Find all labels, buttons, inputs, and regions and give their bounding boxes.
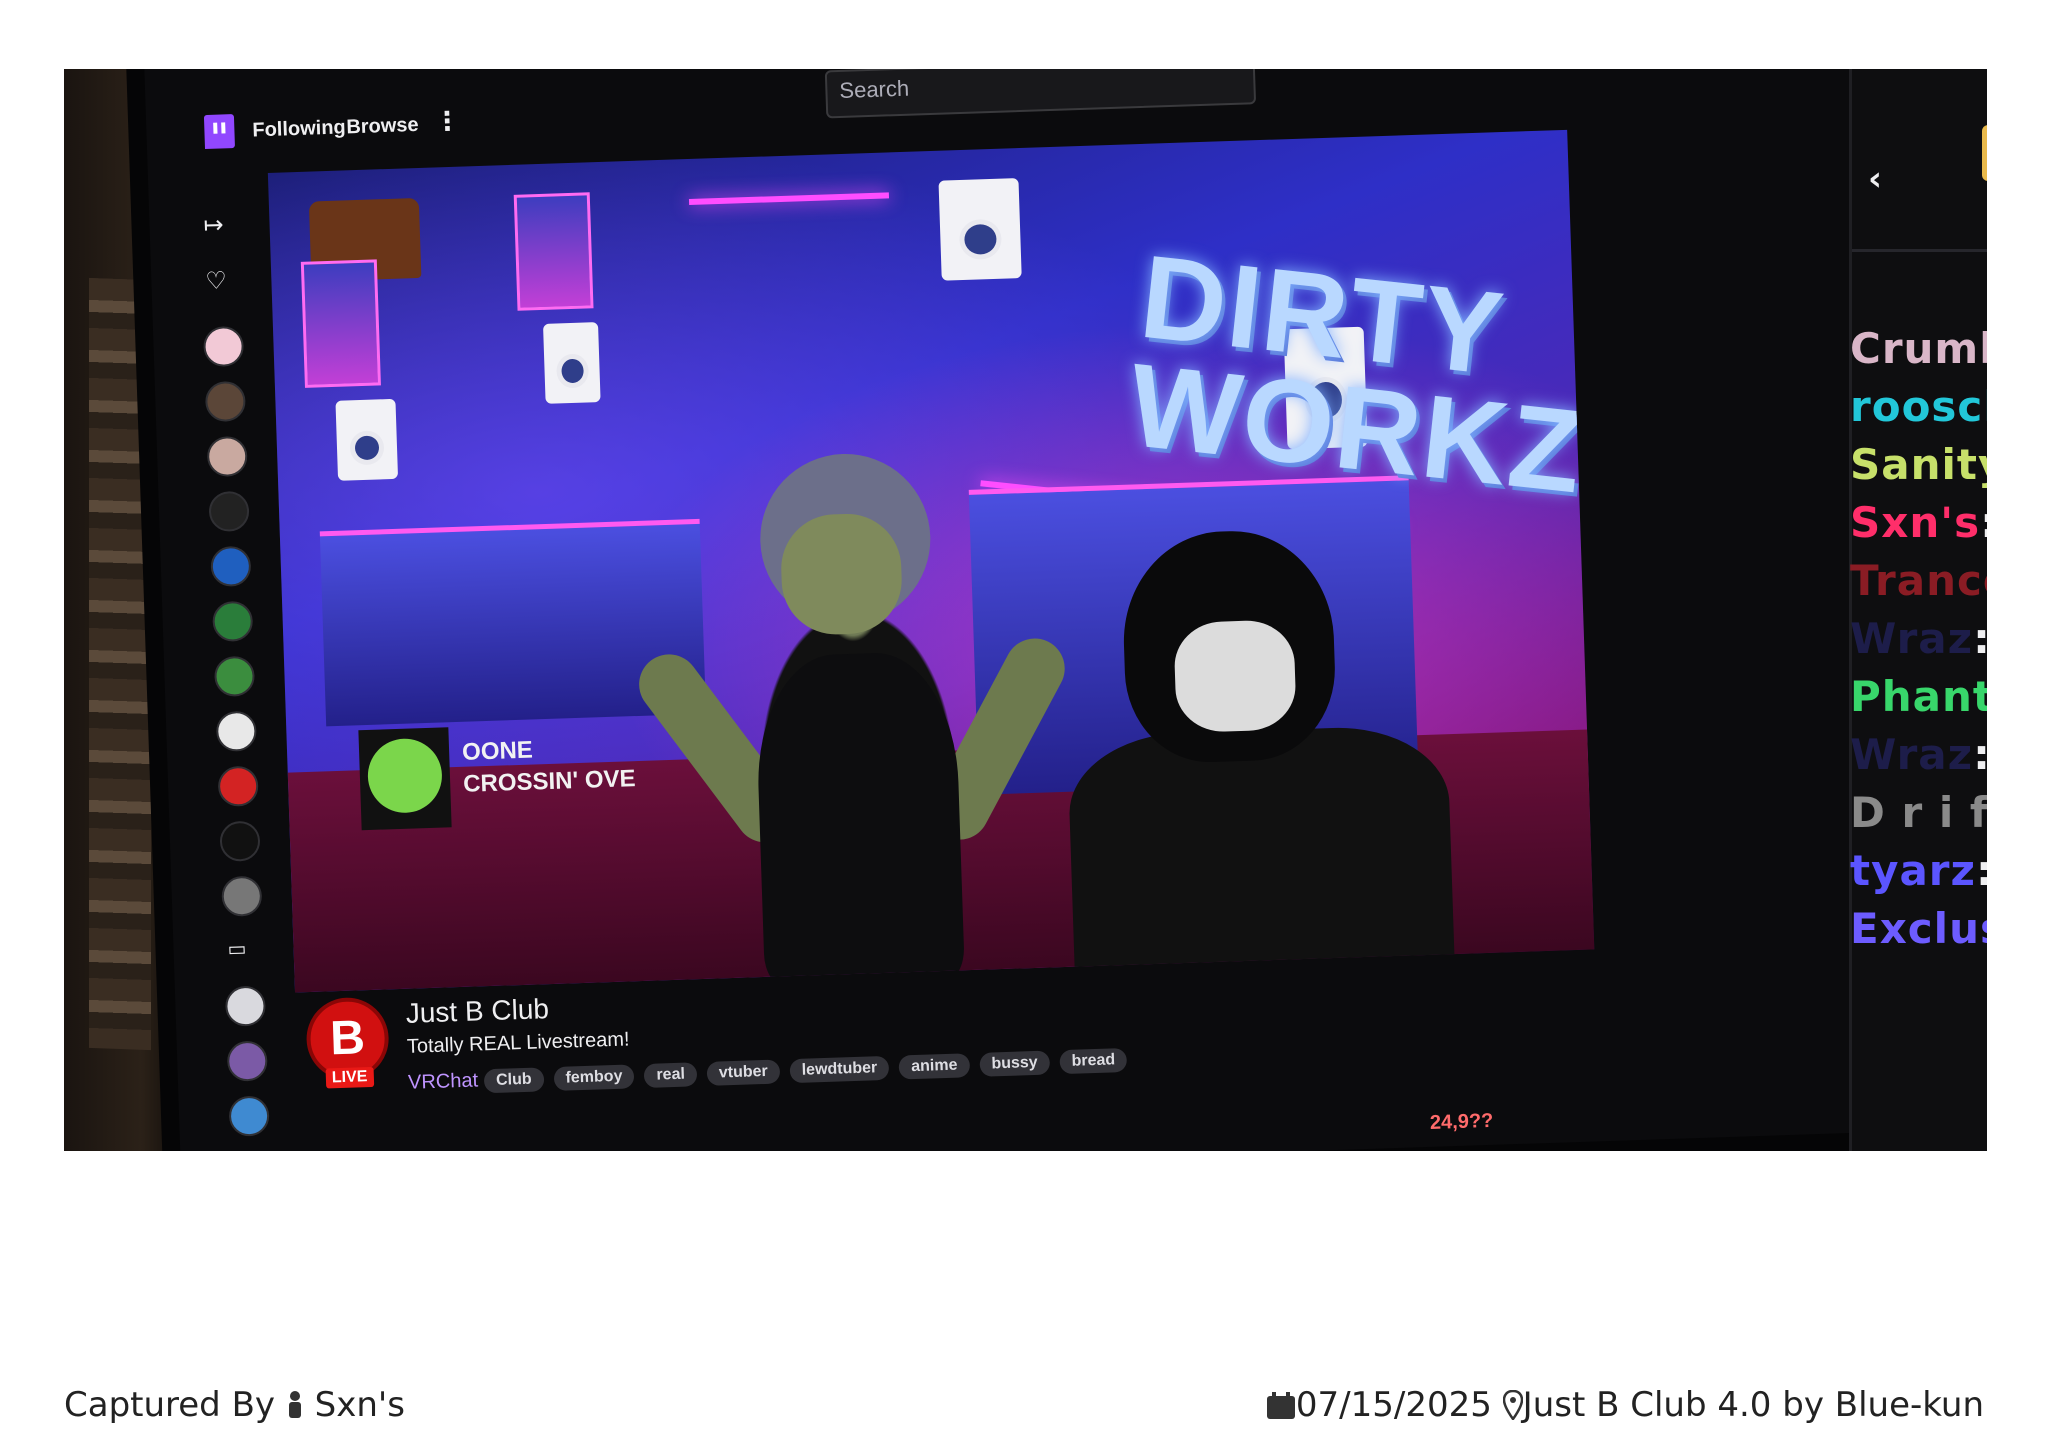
avatar-face: [1173, 619, 1297, 734]
captured-by-label: Captured By: [64, 1385, 276, 1425]
channel-avatar[interactable]: [217, 765, 259, 807]
chat-colon: :: [1973, 614, 1987, 663]
avatar-body: [754, 650, 965, 987]
chat-message: Wraz:: [1850, 614, 1987, 663]
channel-avatar[interactable]: [202, 325, 245, 368]
speaker: [543, 322, 601, 404]
collapse-rail-icon[interactable]: ↦: [203, 210, 224, 239]
cd-caption-line: CROSSIN' OVE: [462, 765, 636, 799]
chat-colon: :: [1976, 846, 1987, 895]
chat-username[interactable]: tyarz: [1850, 846, 1976, 895]
stream-tag[interactable]: bussy: [979, 1050, 1051, 1077]
stream-tag[interactable]: femboy: [553, 1064, 635, 1091]
speaker: [335, 398, 399, 481]
chat-panel: ‹ 1 CrumblrooscloSanity:Sxn's:TranceWraz…: [1849, 69, 1987, 1151]
chat-message: Trance: [1850, 556, 1987, 605]
chat-username[interactable]: D r i f: [1850, 788, 1987, 837]
channel-avatar[interactable]: [215, 710, 257, 752]
caption-captured-by: Captured By Sxn's: [64, 1385, 405, 1429]
cd-cover: [358, 727, 452, 831]
nav-browse-link[interactable]: Browse: [346, 114, 419, 139]
chat-message: roosclo: [1850, 382, 1987, 431]
caption-meta: 07/15/2025 Just B Club 4.0 by Blue-kun: [1266, 1385, 1984, 1429]
stream-tag[interactable]: anime: [898, 1053, 970, 1080]
chat-message: Crumbl: [1850, 324, 1987, 373]
location-pin-icon: [1502, 1389, 1523, 1429]
followed-channels-rail: ↦ ♡ ▭: [188, 176, 280, 1151]
chat-username[interactable]: Phanton: [1850, 672, 1987, 721]
viewer-count: 24,9??: [1429, 1109, 1494, 1134]
chat-username[interactable]: Crumbl: [1850, 324, 1987, 373]
stream-title: Totally REAL Livestream!: [406, 1028, 630, 1058]
user-icon: [286, 1389, 304, 1429]
wall-panel: [89, 277, 151, 1051]
chat-message: tyarz:: [1850, 846, 1987, 895]
capture-location: Just B Club 4.0 by Blue-kun: [1522, 1385, 1984, 1425]
avatar-green-character: [627, 447, 1076, 990]
chat-message: Wraz:: [1850, 730, 1987, 779]
avatar-body: [1066, 724, 1456, 993]
chat-message: Exclusiv: [1850, 904, 1987, 953]
dirty-workz-sign: DIRTY WORKZ: [1123, 230, 1591, 519]
channel-avatar[interactable]: [210, 545, 252, 588]
capture-date: 07/15/2025: [1295, 1385, 1492, 1425]
stream-tag[interactable]: bread: [1059, 1047, 1128, 1075]
more-menu-icon[interactable]: ⋮: [434, 107, 461, 138]
monitor-screen: Following Browse ⋮ Search ↦ ♡ ▭ DIRTY WO…: [144, 69, 1987, 1151]
channel-avatar[interactable]: [206, 435, 248, 478]
chat-username[interactable]: roosclo: [1850, 382, 1987, 431]
heart-icon[interactable]: ♡: [205, 266, 227, 295]
channel-avatar[interactable]: [219, 820, 261, 862]
channel-avatar[interactable]: [226, 1040, 268, 1082]
stream-video-player[interactable]: DIRTY WORKZ OONE CROSSIN' OVE: [267, 129, 1595, 993]
stream-tag[interactable]: lewdtuber: [789, 1055, 890, 1084]
chat-header: ‹ 1: [1852, 69, 1987, 252]
chevron-left-icon[interactable]: ‹: [1868, 159, 1882, 199]
channel-avatar[interactable]: [204, 380, 247, 423]
wall-poster: [513, 192, 594, 311]
chat-colon: :: [1980, 498, 1987, 547]
chat-username[interactable]: Wraz: [1850, 730, 1973, 779]
live-badge: LIVE: [325, 1066, 374, 1089]
screenshot-frame: Following Browse ⋮ Search ↦ ♡ ▭ DIRTY WO…: [64, 69, 1987, 1151]
chat-username[interactable]: Sanity: [1850, 440, 1987, 489]
search-input[interactable]: Search: [824, 69, 1257, 119]
channel-avatar[interactable]: [224, 985, 267, 1027]
stream-category-link[interactable]: VRChat: [408, 1069, 479, 1094]
channel-avatar[interactable]: [212, 600, 254, 643]
chat-message: Phanton: [1850, 672, 1987, 721]
chat-message: Sxn's:: [1850, 498, 1987, 547]
channel-name[interactable]: Just B Club: [405, 993, 549, 1030]
stream-tag[interactable]: real: [644, 1062, 698, 1088]
stream-tag[interactable]: vtuber: [706, 1059, 781, 1086]
chat-message: Sanity:: [1850, 440, 1987, 489]
chat-username[interactable]: Trance: [1850, 556, 1987, 605]
video-camera-icon[interactable]: ▭: [227, 936, 247, 961]
avatar-face: [779, 512, 904, 637]
channel-avatar[interactable]: [221, 875, 263, 917]
avatar-hooded-character: [1020, 524, 1456, 993]
chat-username[interactable]: Wraz: [1850, 614, 1973, 663]
channel-avatar[interactable]: [228, 1095, 270, 1137]
chat-message: D r i f: [1850, 788, 1987, 837]
cd-caption: OONE CROSSIN' OVE: [462, 731, 636, 801]
chat-username[interactable]: Exclusiv: [1850, 904, 1987, 953]
nav-following-link[interactable]: Following: [252, 116, 346, 142]
gift-icon[interactable]: 1: [1982, 125, 1987, 181]
chat-username[interactable]: Sxn's: [1850, 498, 1980, 547]
stream-tags: Club femboy real vtuber lewdtuber anime bussy b…: [483, 1047, 1128, 1094]
calendar-icon: [1266, 1389, 1296, 1429]
channel-avatar[interactable]: [208, 490, 250, 533]
stream-tag[interactable]: Club: [483, 1067, 544, 1094]
twitch-logo-icon[interactable]: [203, 114, 236, 150]
stream-info-bar: B LIVE Just B Club Totally REAL Livestre…: [305, 957, 1590, 1151]
captured-by-user: Sxn's: [314, 1385, 405, 1425]
speaker: [938, 178, 1022, 281]
chat-colon: :: [1973, 730, 1987, 779]
channel-avatar[interactable]: [213, 655, 256, 697]
neon-strip: [688, 192, 890, 206]
wall-poster: [300, 259, 381, 388]
